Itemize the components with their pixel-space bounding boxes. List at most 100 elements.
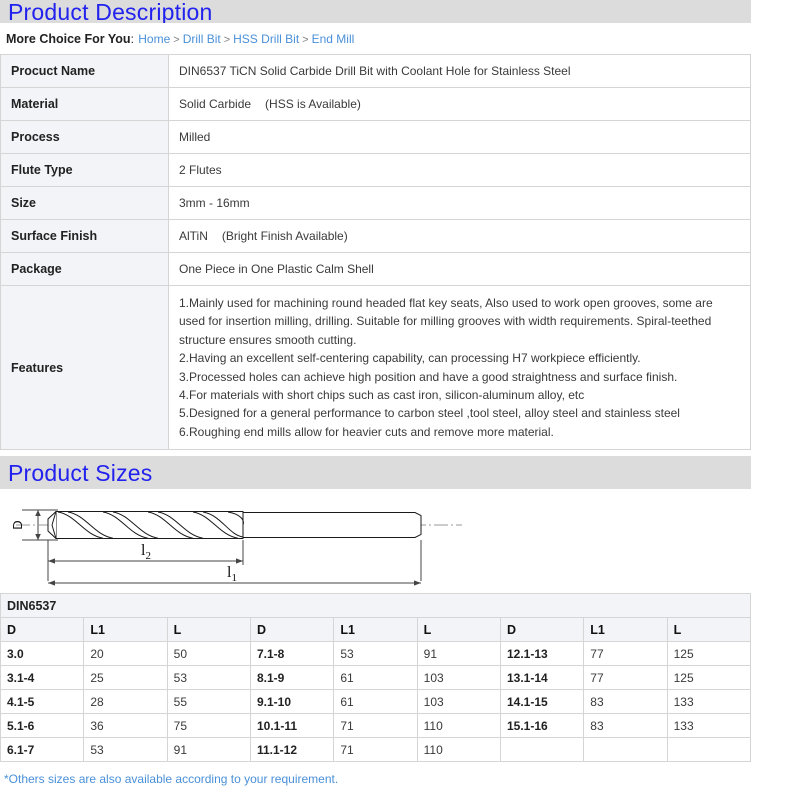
- section-header-product-description: Product Description: [0, 0, 751, 23]
- spec-row-value: Milled: [168, 120, 751, 154]
- sizes-table-column-header: D: [0, 617, 85, 643]
- drawing-label-flute-length: l2: [141, 542, 151, 562]
- sizes-table-cell: 7.1-8: [249, 641, 335, 667]
- sizes-table-title-row: DIN6537: [0, 593, 751, 619]
- product-spec-table: Procuct Name DIN6537 TiCN Solid Carbide D…: [0, 54, 751, 451]
- sizes-table-cell: 12.1-13: [499, 641, 585, 667]
- spec-row-value-text: Milled: [179, 130, 211, 144]
- spec-row-key: Material: [0, 87, 169, 121]
- sizes-table-column-header: L: [416, 617, 501, 643]
- sizes-table-cell: 13.1-14: [499, 665, 585, 691]
- sizes-table-cell: 9.1-10: [249, 689, 335, 715]
- product-page: Product Description More Choice For You:…: [0, 0, 809, 786]
- sizes-table-cell: 10.1-11: [249, 713, 335, 739]
- spec-row-key: Surface Finish: [0, 219, 169, 253]
- spec-row-value-text: 2 Flutes: [179, 163, 222, 177]
- section-header-product-sizes: Product Sizes: [0, 456, 751, 490]
- spec-row-key: Procuct Name: [0, 54, 169, 88]
- spec-row: Flute Type 2 Flutes: [0, 153, 751, 187]
- sizes-table-column-header: L1: [83, 617, 168, 643]
- sizes-table-cell: 14.1-15: [499, 689, 585, 715]
- breadcrumb-label: More Choice For You: [6, 32, 131, 46]
- sizes-table-cell: 5.1-6: [0, 713, 85, 739]
- sizes-table-cell: 36: [83, 713, 168, 739]
- sizes-table-cell: 20: [83, 641, 168, 667]
- sizes-table-row: 6.1-7 53 91 11.1-12 71 110: [0, 737, 752, 763]
- sizes-table-cell: 83: [583, 689, 668, 715]
- spec-row-features: Features 1.Mainly used for machining roun…: [0, 284, 751, 451]
- sizes-table-cell: 25: [83, 665, 168, 691]
- sizes-table-row: 3.1-4 25 53 8.1-9 61 103 13.1-14 77 125: [0, 665, 752, 691]
- breadcrumb-separator-1: >: [173, 34, 180, 46]
- sizes-table-cell: 91: [416, 641, 501, 667]
- breadcrumb-link-drill-bit[interactable]: Drill Bit: [183, 32, 221, 46]
- spec-row-key: Process: [0, 120, 169, 154]
- spec-row: Material Solid Carbide (HSS is Available): [0, 87, 751, 121]
- sizes-table-row: 5.1-6 36 75 10.1-11 71 110 15.1-16 83 133: [0, 713, 752, 739]
- sizes-table-cell: 125: [666, 641, 752, 667]
- sizes-table-cell: 3.1-4: [0, 665, 85, 691]
- sizes-table-cell: 77: [583, 641, 668, 667]
- spec-row-value-text: One Piece in One Plastic Calm Shell: [179, 262, 374, 276]
- sizes-table-cell: 3.0: [0, 641, 85, 667]
- breadcrumb-separator-3: >: [302, 34, 309, 46]
- spec-row: Process Milled: [0, 120, 751, 154]
- drawing-label-total-length: l1: [227, 564, 237, 584]
- sizes-table-cell: 4.1-5: [0, 689, 85, 715]
- breadcrumb-link-home[interactable]: Home: [138, 32, 170, 46]
- sizes-table-column-header: D: [249, 617, 335, 643]
- sizes-table-column-header: L: [666, 617, 752, 643]
- feature-item: 3.Processed holes can achieve high posit…: [179, 369, 678, 384]
- spec-row-value: DIN6537 TiCN Solid Carbide Drill Bit wit…: [168, 54, 751, 88]
- sizes-table-cell: 61: [333, 665, 418, 691]
- feature-item: 1.Mainly used for machining round headed…: [179, 296, 713, 347]
- breadcrumb-link-hss-drill-bit[interactable]: HSS Drill Bit: [233, 32, 299, 46]
- sizes-table-cell: 77: [583, 665, 668, 691]
- sizes-table-cell: 15.1-16: [499, 713, 585, 739]
- spec-row-value-text: DIN6537 TiCN Solid Carbide Drill Bit wit…: [179, 64, 571, 78]
- section-title-product-sizes: Product Sizes: [8, 460, 153, 487]
- feature-item: 4.For materials with short chips such as…: [179, 388, 585, 403]
- spec-row-value-text: AlTiN: [179, 229, 208, 243]
- drill-bit-diagram-svg: D l2 l1: [10, 509, 462, 586]
- sizes-table-cell: 53: [83, 737, 168, 763]
- sizes-table-row: 4.1-5 28 55 9.1-10 61 103 14.1-15 83 133: [0, 689, 752, 715]
- sizes-table-column-header: L: [166, 617, 251, 643]
- sizes-table-cell: 103: [416, 665, 501, 691]
- sizes-table-cell: 28: [83, 689, 168, 715]
- feature-item: 6.Roughing end mills allow for heavier c…: [179, 424, 554, 439]
- sizes-table-column-header: L1: [583, 617, 668, 643]
- sizes-table-cell: 103: [416, 689, 501, 715]
- sizes-table-row: 3.0 20 50 7.1-8 53 91 12.1-13 77 125: [0, 641, 752, 667]
- sizes-table-cell: 75: [166, 713, 251, 739]
- sizes-table-cell: 53: [166, 665, 251, 691]
- spec-row-key: Size: [0, 186, 169, 220]
- sizes-table-cell: 83: [583, 713, 668, 739]
- section-title-product-description: Product Description: [8, 0, 213, 23]
- breadcrumb: More Choice For You: Home > Drill Bit > HSS …: [0, 23, 809, 54]
- spec-row-value-text: Solid Carbide: [179, 97, 252, 111]
- sizes-table-cell: 133: [666, 713, 752, 739]
- sizes-table-column-header: D: [499, 617, 585, 643]
- spec-row-value: One Piece in One Plastic Calm Shell: [168, 252, 751, 286]
- sizes-table-cell: 125: [666, 665, 752, 691]
- drawing-label-diameter: D: [10, 521, 25, 530]
- spec-row-value: 2 Flutes: [168, 153, 751, 187]
- sizes-table-cell: 8.1-9: [249, 665, 335, 691]
- spec-row-value-text: 3mm - 16mm: [179, 196, 250, 210]
- spec-row-value: 3mm - 16mm: [168, 186, 751, 220]
- breadcrumb-separator-2: >: [223, 34, 231, 46]
- spec-row-value-note: (Bright Finish Available): [221, 229, 348, 243]
- sizes-table-cell: [499, 737, 585, 763]
- breadcrumb-colon: :: [130, 32, 134, 46]
- sizes-table-cell: 110: [416, 737, 501, 763]
- sizes-table-cell: [666, 737, 752, 763]
- sizes-table-cell: 91: [166, 737, 251, 763]
- breadcrumb-link-end-mill[interactable]: End Mill: [312, 32, 355, 46]
- sizes-table-cell: 50: [166, 641, 251, 667]
- feature-item: 5.Designed for a general performance to …: [179, 406, 680, 421]
- feature-item: 2.Having an excellent self-centering cap…: [179, 351, 641, 366]
- sizes-table-cell: 133: [666, 689, 752, 715]
- sizes-table-cell: 110: [416, 713, 501, 739]
- spec-row-value-note: (HSS is Available): [265, 97, 361, 111]
